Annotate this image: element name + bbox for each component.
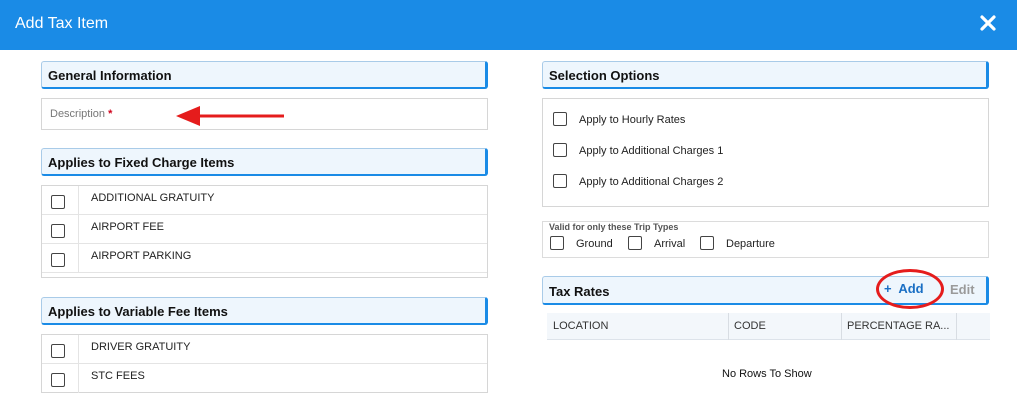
item-label: STC FEES xyxy=(91,370,145,382)
checkbox[interactable] xyxy=(553,174,567,188)
trip-type-label: Ground xyxy=(576,238,613,250)
checkbox[interactable] xyxy=(628,236,642,250)
column-separator[interactable] xyxy=(728,313,729,340)
item-label: ADDITIONAL GRATUITY xyxy=(91,192,215,204)
item-label: AIRPORT FEE xyxy=(91,221,164,233)
trip-types-box: Valid for only these Trip Types Ground A… xyxy=(542,221,989,258)
fixed-charge-list[interactable]: ADDITIONAL GRATUITY AIRPORT FEE AIRPORT … xyxy=(41,185,488,278)
checkbox[interactable] xyxy=(51,373,65,387)
section-title: Tax Rates xyxy=(549,284,610,299)
edit-tax-rate-button[interactable]: Edit xyxy=(950,282,975,297)
tax-rates-grid-header: LOCATION CODE PERCENTAGE RA... xyxy=(547,313,990,340)
list-item[interactable]: ADDITIONAL GRATUITY xyxy=(42,186,487,215)
checkbox[interactable] xyxy=(700,236,714,250)
general-information-header: General Information xyxy=(41,61,488,89)
section-title: Applies to Variable Fee Items xyxy=(48,304,228,319)
list-item[interactable]: DRIVER GRATUITY xyxy=(42,335,487,364)
list-item[interactable]: AIRPORT FEE xyxy=(42,215,487,244)
checkbox[interactable] xyxy=(553,112,567,126)
selection-options-box: Apply to Hourly Rates Apply to Additiona… xyxy=(542,98,989,207)
section-title: Applies to Fixed Charge Items xyxy=(48,155,235,170)
dialog-title: Add Tax Item xyxy=(15,15,109,32)
column-divider xyxy=(78,335,79,363)
variable-fee-header: Applies to Variable Fee Items xyxy=(41,297,488,325)
column-separator[interactable] xyxy=(841,313,842,340)
checkbox[interactable] xyxy=(553,143,567,157)
section-title: Selection Options xyxy=(549,68,660,83)
list-item[interactable]: AIRPORT PARKING xyxy=(42,244,487,273)
option-label: Apply to Additional Charges 1 xyxy=(579,145,724,157)
option-label: Apply to Hourly Rates xyxy=(579,114,686,126)
red-circle-annotation xyxy=(876,269,944,309)
checkbox[interactable] xyxy=(51,195,65,209)
column-header-percentage-rate[interactable]: PERCENTAGE RA... xyxy=(847,320,953,332)
checkbox[interactable] xyxy=(51,224,65,238)
trip-type-label: Departure xyxy=(726,238,775,250)
empty-grid-message: No Rows To Show xyxy=(722,368,812,380)
fixed-charge-header: Applies to Fixed Charge Items xyxy=(41,148,488,176)
close-icon[interactable] xyxy=(978,13,998,33)
item-label: AIRPORT PARKING xyxy=(91,250,192,262)
selection-options-header: Selection Options xyxy=(542,61,989,89)
column-header-code[interactable]: CODE xyxy=(734,320,840,332)
checkbox[interactable] xyxy=(550,236,564,250)
checkbox[interactable] xyxy=(51,253,65,267)
trip-type-label: Arrival xyxy=(654,238,686,250)
list-item[interactable]: STC FEES xyxy=(42,364,487,393)
item-label: DRIVER GRATUITY xyxy=(91,341,191,353)
option-label: Apply to Additional Charges 2 xyxy=(579,176,724,188)
variable-fee-list[interactable]: DRIVER GRATUITY STC FEES xyxy=(41,334,488,393)
description-label: Description * xyxy=(50,108,113,120)
column-divider xyxy=(78,215,79,243)
column-divider xyxy=(78,364,79,393)
section-title: General Information xyxy=(48,68,172,83)
dialog-titlebar: Add Tax Item xyxy=(0,0,1017,50)
column-divider xyxy=(78,186,79,214)
red-arrow-annotation xyxy=(176,106,284,126)
required-marker: * xyxy=(108,108,113,120)
column-separator[interactable] xyxy=(956,313,957,340)
column-divider xyxy=(78,244,79,272)
trip-types-title: Valid for only these Trip Types xyxy=(549,222,679,232)
column-header-location[interactable]: LOCATION xyxy=(553,320,723,332)
checkbox[interactable] xyxy=(51,344,65,358)
